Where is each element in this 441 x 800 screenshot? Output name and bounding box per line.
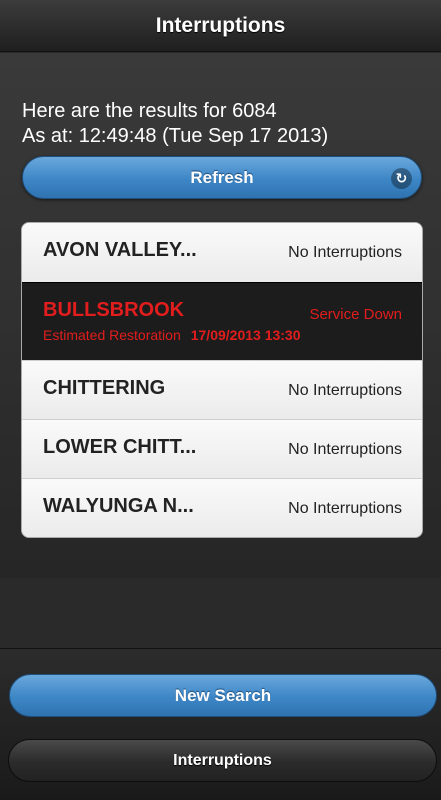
area-name: BULLSBROOK xyxy=(43,299,185,321)
refresh-button-label: Refresh xyxy=(190,167,254,187)
results-timestamp-text: As at: 12:49:48 (Tue Sep 17 2013) xyxy=(22,125,329,147)
restoration-time: 17/09/2013 13:30 xyxy=(190,327,301,343)
interruptions-button[interactable]: Interruptions xyxy=(8,739,437,782)
page-title: Interruptions xyxy=(155,13,286,37)
area-status: No Interruptions xyxy=(288,382,402,399)
area-status: Service Down xyxy=(309,306,402,323)
refresh-icon: ↻ xyxy=(391,168,412,189)
restoration-info: Estimated Restoration 17/09/2013 13:30 xyxy=(43,327,301,343)
main-content: Here are the results for 6084 As at: 12:… xyxy=(0,53,441,578)
new-search-button-label: New Search xyxy=(174,685,272,705)
list-item-lower-chittering[interactable]: LOWER CHITT... No Interruptions xyxy=(22,419,422,478)
area-status: No Interruptions xyxy=(288,244,402,261)
area-name: CHITTERING xyxy=(43,377,166,399)
footer-nav: New Search Interruptions xyxy=(0,648,441,800)
area-name: WALYUNGA N... xyxy=(43,495,194,517)
list-item-avon-valley[interactable]: AVON VALLEY... No Interruptions xyxy=(22,223,422,282)
header-bar: Interruptions xyxy=(0,0,441,52)
list-item-chittering[interactable]: CHITTERING No Interruptions xyxy=(22,360,422,419)
restoration-label: Estimated Restoration xyxy=(43,327,181,343)
results-postcode-text: Here are the results for 6084 xyxy=(22,100,277,122)
list-item-walyunga[interactable]: WALYUNGA N... No Interruptions xyxy=(22,478,422,537)
area-status: No Interruptions xyxy=(288,441,402,458)
refresh-button[interactable]: Refresh ↻ xyxy=(22,156,422,199)
list-item-bullsbrook[interactable]: BULLSBROOK Service Down Estimated Restor… xyxy=(22,282,422,360)
interruptions-button-label: Interruptions xyxy=(173,751,272,769)
new-search-button[interactable]: New Search xyxy=(9,674,437,717)
area-status: No Interruptions xyxy=(288,500,402,517)
results-summary: Here are the results for 6084 As at: 12:… xyxy=(22,99,328,149)
area-name: AVON VALLEY... xyxy=(43,239,197,261)
area-list: AVON VALLEY... No Interruptions BULLSBRO… xyxy=(21,222,423,538)
area-name: LOWER CHITT... xyxy=(43,436,197,458)
